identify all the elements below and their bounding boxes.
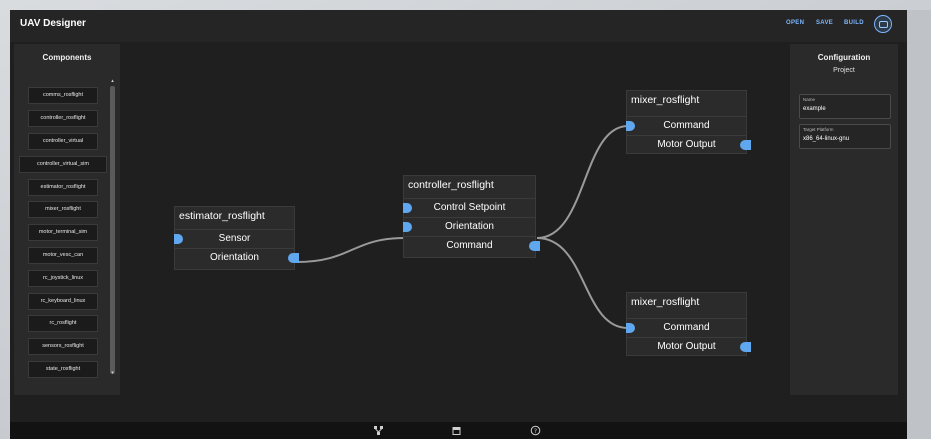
output-port-row: Motor Output — [627, 135, 751, 154]
node-estimator-rosflight[interactable]: estimator_rosflight Sensor Orientation — [174, 206, 299, 270]
connection-wire — [295, 237, 406, 263]
port-label: Control Setpoint — [433, 202, 506, 213]
field-value[interactable]: example — [803, 106, 826, 112]
port-label: Command — [663, 322, 710, 333]
svg-text:?: ? — [534, 428, 537, 435]
component-item[interactable]: motor_vesc_can — [28, 247, 98, 264]
build-button[interactable]: BUILD — [844, 20, 864, 26]
configuration-subtitle: Project — [833, 67, 855, 74]
output-port[interactable] — [288, 253, 299, 263]
port-label: Orientation — [210, 252, 259, 263]
output-port-row: Orientation — [175, 248, 299, 267]
output-port-row: Motor Output — [627, 337, 751, 356]
connection-wire — [536, 125, 629, 239]
input-port-row: Orientation — [403, 217, 535, 236]
output-port-row: Command — [404, 236, 540, 255]
bottom-navigation-bar: ? — [10, 422, 907, 439]
output-port[interactable] — [740, 140, 751, 150]
port-label: Sensor — [218, 233, 251, 244]
configuration-title: Configuration — [817, 53, 871, 62]
graph-canvas[interactable]: estimator_rosflight Sensor Orientation c… — [122, 42, 788, 397]
input-port-row: Command — [626, 116, 746, 135]
scroll-up-arrow-icon[interactable]: ▴ — [110, 78, 115, 84]
title-bar: UAV Designer OPEN SAVE BUILD — [10, 10, 907, 42]
port-label: Motor Output — [657, 139, 716, 150]
node-title: estimator_rosflight — [179, 210, 265, 222]
help-icon[interactable]: ? — [530, 425, 541, 436]
field-value[interactable]: x86_64-linux-gnu — [803, 136, 849, 142]
input-port-row: Control Setpoint — [403, 198, 535, 217]
node-mixer-rosflight[interactable]: mixer_rosflight Command Motor Output — [626, 90, 751, 154]
component-item[interactable]: rc_rosflight — [28, 315, 98, 332]
component-item[interactable]: estimator_rosflight — [28, 179, 98, 196]
port-label: Command — [663, 120, 710, 131]
component-item[interactable]: rc_keyboard_linux — [28, 293, 98, 310]
components-title: Components — [42, 53, 92, 62]
window-edge — [907, 10, 931, 439]
component-item[interactable]: controller_rosflight — [28, 110, 98, 127]
target-platform-field[interactable]: Target Platform x86_64-linux-gnu — [799, 124, 891, 149]
input-port-row: Command — [626, 318, 746, 337]
port-label: Command — [446, 240, 493, 251]
open-button[interactable]: OPEN — [786, 20, 804, 26]
component-item[interactable]: mixer_rosflight — [28, 201, 98, 218]
input-port-row: Sensor — [174, 229, 294, 248]
configuration-panel: Configuration Project Name example Targe… — [790, 44, 898, 395]
scroll-down-arrow-icon[interactable]: ▾ — [110, 370, 115, 376]
node-title: mixer_rosflight — [631, 296, 700, 308]
port-label: Motor Output — [657, 341, 716, 352]
app-window: UAV Designer OPEN SAVE BUILD Components … — [10, 10, 907, 439]
port-label: Orientation — [445, 221, 494, 232]
user-avatar-icon[interactable] — [874, 15, 892, 33]
output-port[interactable] — [529, 241, 540, 251]
field-label: Name — [803, 97, 816, 102]
store-icon[interactable] — [451, 425, 462, 436]
node-mixer-rosflight[interactable]: mixer_rosflight Command Motor Output — [626, 292, 751, 356]
graph-editor-icon[interactable] — [373, 425, 384, 436]
name-field[interactable]: Name example — [799, 94, 891, 119]
component-item[interactable]: sensors_rosflight — [28, 338, 98, 355]
save-button[interactable]: SAVE — [816, 20, 833, 26]
node-controller-rosflight[interactable]: controller_rosflight Control Setpoint Or… — [403, 175, 540, 258]
field-label: Target Platform — [803, 127, 834, 132]
output-port[interactable] — [740, 342, 751, 352]
component-item[interactable]: motor_terminal_sim — [28, 224, 98, 241]
connection-wire — [536, 237, 629, 329]
component-item[interactable]: controller_virtual_sim — [19, 156, 107, 173]
component-item[interactable]: rc_joystick_linux — [28, 270, 98, 287]
component-item[interactable]: controller_virtual — [28, 133, 98, 150]
component-item[interactable]: state_rosflight — [28, 361, 98, 378]
component-item[interactable]: comms_rosflight — [28, 87, 98, 104]
components-panel: Components comms_rosflight controller_ro… — [14, 44, 120, 395]
app-title: UAV Designer — [20, 18, 86, 29]
node-title: controller_rosflight — [408, 179, 494, 191]
node-title: mixer_rosflight — [631, 94, 700, 106]
scrollbar-thumb[interactable] — [110, 86, 115, 374]
